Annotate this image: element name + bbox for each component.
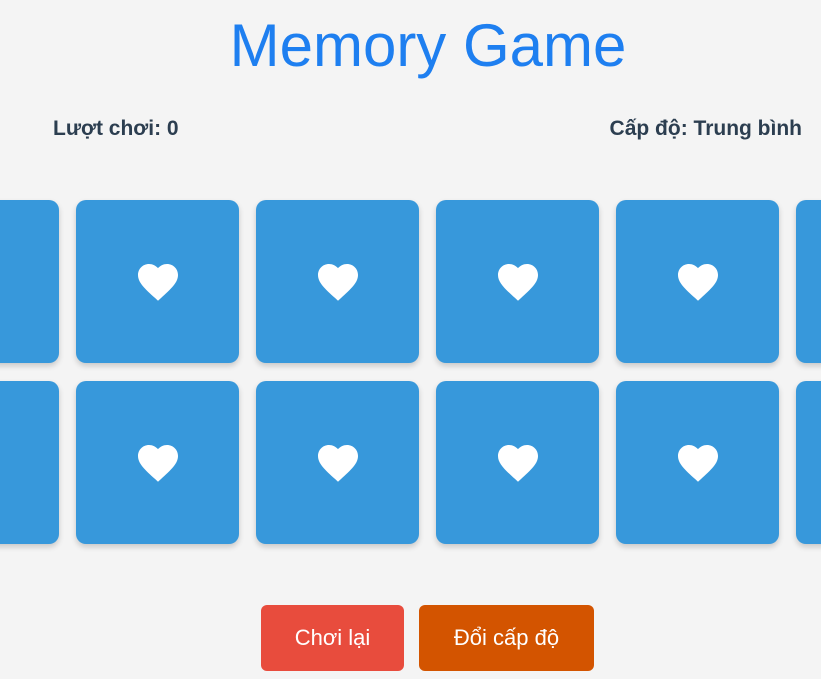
memory-card[interactable] (616, 200, 779, 363)
memory-card[interactable] (796, 381, 821, 544)
heart-icon (677, 444, 718, 482)
memory-card[interactable] (436, 381, 599, 544)
memory-card[interactable] (256, 381, 419, 544)
memory-card[interactable] (436, 200, 599, 363)
heart-icon (137, 444, 178, 482)
memory-card[interactable] (0, 381, 59, 544)
memory-card[interactable] (0, 200, 59, 363)
heart-icon (137, 263, 178, 301)
heart-icon (317, 444, 358, 482)
heart-icon (497, 263, 538, 301)
heart-icon (677, 263, 718, 301)
moves-counter: Lượt chơi: 0 (53, 117, 179, 140)
page-title: Memory Game (229, 12, 627, 79)
memory-card[interactable] (796, 200, 821, 363)
level-indicator: Cấp độ: Trung bình (609, 117, 802, 140)
memory-card[interactable] (76, 200, 239, 363)
memory-card[interactable] (76, 381, 239, 544)
heart-icon (317, 263, 358, 301)
memory-game-page: Memory Game Lượt chơi: 0 Cấp độ: Trung b… (0, 0, 821, 679)
heart-icon (497, 444, 538, 482)
memory-card[interactable] (616, 381, 779, 544)
restart-button[interactable]: Chơi lại (261, 605, 404, 671)
change-level-button[interactable]: Đổi cấp độ (419, 605, 594, 671)
memory-card[interactable] (256, 200, 419, 363)
